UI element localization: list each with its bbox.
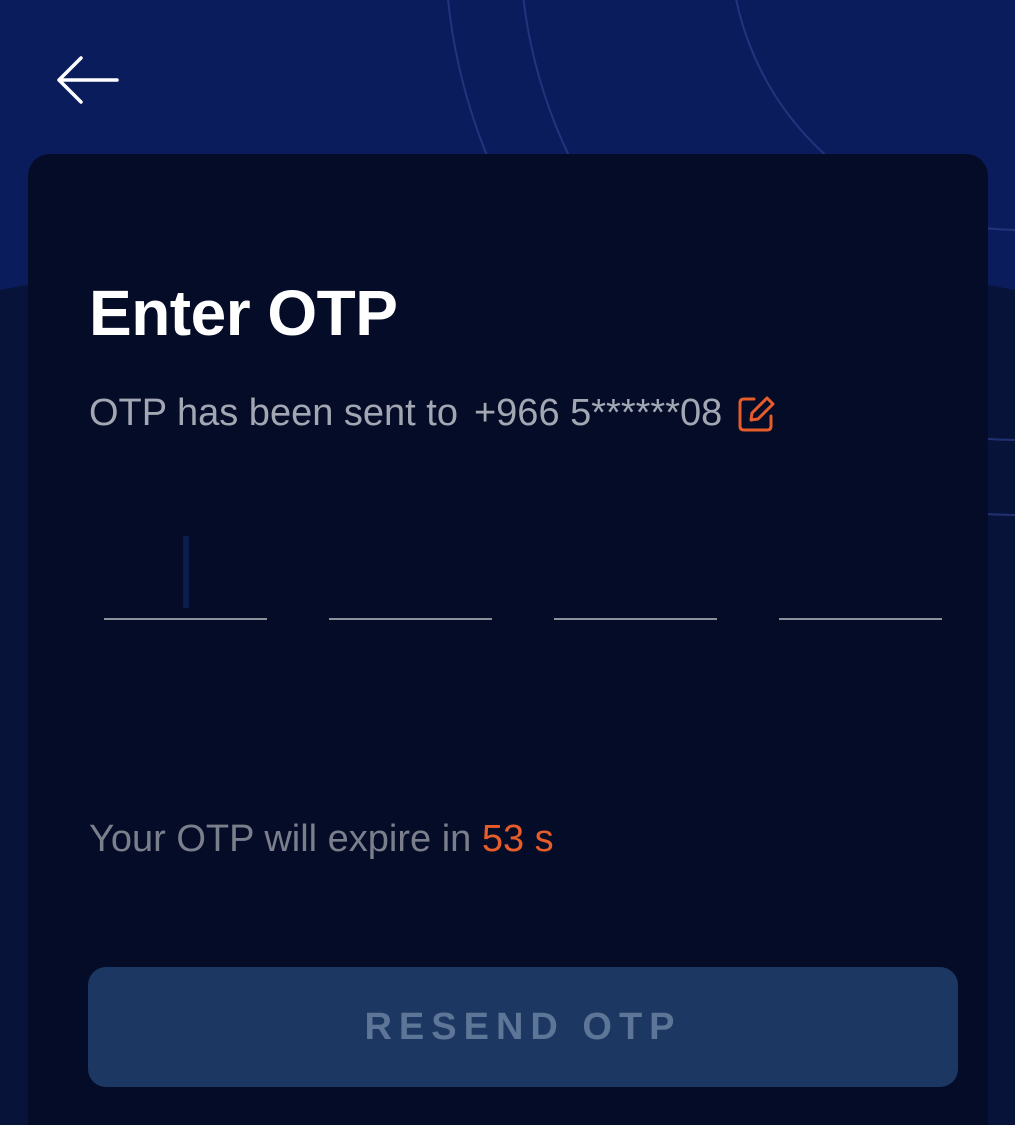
otp-card: Enter OTP OTP has been sent to +966 5***… xyxy=(28,154,988,1125)
resend-otp-button[interactable]: RESEND OTP xyxy=(88,967,958,1087)
otp-sent-info: OTP has been sent to +966 5******08 xyxy=(89,392,776,435)
otp-digit-2-input[interactable] xyxy=(329,534,492,620)
otp-expiry-text: Your OTP will expire in 53 s xyxy=(89,818,554,861)
otp-screen: Enter OTP OTP has been sent to +966 5***… xyxy=(0,0,1015,1125)
expiry-countdown: 53 s xyxy=(481,818,554,860)
page-title: Enter OTP xyxy=(89,277,398,349)
otp-sent-prefix: OTP has been sent to xyxy=(89,392,458,434)
back-button[interactable] xyxy=(50,50,124,110)
text-cursor xyxy=(183,536,189,608)
phone-number: +966 5******08 xyxy=(473,392,723,434)
arrow-left-icon xyxy=(57,56,119,104)
expiry-prefix: Your OTP will expire in xyxy=(89,818,472,860)
otp-digit-1-input[interactable] xyxy=(104,534,267,620)
edit-pencil-icon[interactable] xyxy=(736,394,776,434)
otp-digit-4-input[interactable] xyxy=(779,534,942,620)
otp-input-row xyxy=(104,534,944,620)
otp-digit-3-input[interactable] xyxy=(554,534,717,620)
